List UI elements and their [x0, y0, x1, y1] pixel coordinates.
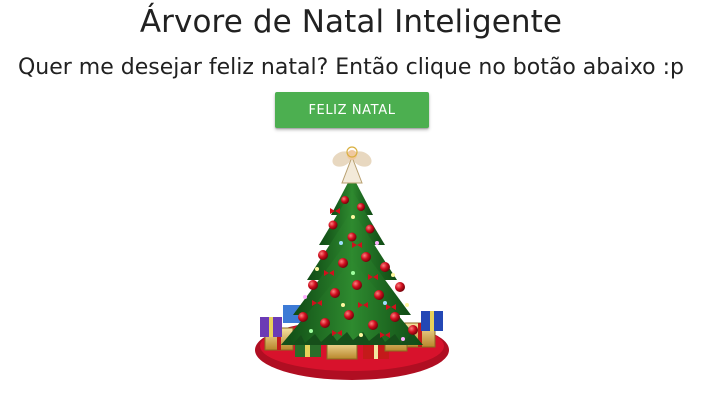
- feliz-natal-button[interactable]: FELIZ NATAL: [275, 92, 429, 128]
- page: Árvore de Natal Inteligente Quer me dese…: [0, 0, 702, 418]
- page-title: Árvore de Natal Inteligente: [139, 4, 563, 40]
- christmas-tree-image: [245, 145, 459, 390]
- page-subtitle: Quer me desejar feliz natal? Então cliqu…: [17, 55, 685, 80]
- angel-topper: [332, 146, 372, 184]
